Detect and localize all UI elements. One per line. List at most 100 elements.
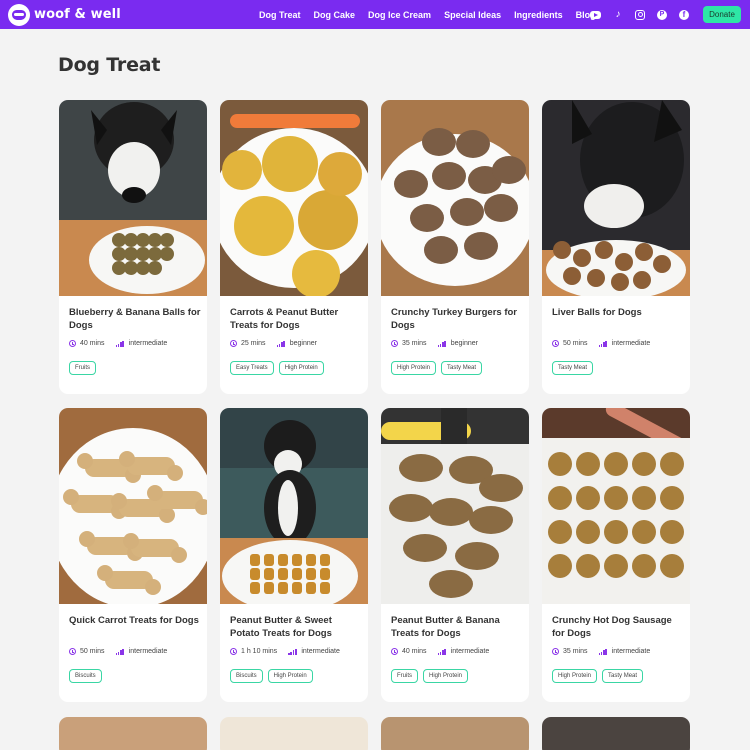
difficulty-bars-icon: [437, 648, 447, 655]
recipe-card[interactable]: Crunchy Turkey Burgers for Dogs 35 mins …: [381, 100, 529, 394]
main-nav: Dog Treat Dog Cake Dog Ice Cream Special…: [259, 0, 609, 29]
difficulty-bars-icon: [598, 340, 608, 347]
difficulty-bars-icon: [598, 648, 608, 655]
recipe-time: 35 mins: [402, 340, 427, 347]
recipe-tag[interactable]: High Protein: [267, 669, 313, 683]
recipe-level: beginner: [289, 340, 317, 347]
brand-name: woof & well: [34, 7, 121, 22]
recipe-meta: 50 mins intermediate: [69, 648, 167, 655]
clock-icon: [230, 648, 237, 655]
recipe-time: 25 mins: [241, 340, 266, 347]
clock-icon: [230, 340, 237, 347]
recipe-photo[interactable]: [381, 408, 529, 604]
instagram-icon[interactable]: [635, 9, 645, 20]
recipe-tag[interactable]: Tasty Meat: [552, 361, 594, 375]
recipe-tag[interactable]: Biscuits: [69, 669, 102, 683]
recipe-time: 50 mins: [563, 340, 588, 347]
donate-button[interactable]: Donate: [703, 6, 741, 23]
recipe-time: 1 h 10 mins: [241, 648, 278, 655]
recipe-time: 40 mins: [402, 648, 427, 655]
recipe-title[interactable]: Peanut Butter & Sweet Potato Treats for …: [230, 614, 362, 640]
recipe-tags: Biscuits High Protein: [230, 669, 318, 683]
recipe-tag[interactable]: Tasty Meat: [441, 361, 483, 375]
recipe-card[interactable]: Carrots & Peanut Butter Treats for Dogs …: [220, 100, 368, 394]
recipe-meta: 25 mins beginner: [230, 340, 317, 347]
clock-icon: [552, 340, 559, 347]
nav-special-ideas[interactable]: Special Ideas: [444, 10, 501, 20]
recipe-card[interactable]: Peanut Butter & Banana Treats for Dogs 4…: [381, 408, 529, 702]
recipe-tag[interactable]: Tasty Meat: [602, 669, 644, 683]
recipe-time: 40 mins: [80, 340, 105, 347]
recipe-card[interactable]: Blueberry & Banana Balls for Dogs 40 min…: [59, 100, 207, 394]
clock-icon: [69, 340, 76, 347]
recipe-title[interactable]: Quick Carrot Treats for Dogs: [69, 614, 201, 627]
recipe-photo[interactable]: [59, 408, 207, 604]
recipe-title[interactable]: Crunchy Turkey Burgers for Dogs: [391, 306, 523, 332]
recipe-card[interactable]: [381, 717, 529, 750]
facebook-icon[interactable]: f: [679, 9, 689, 20]
recipe-meta: 40 mins intermediate: [391, 648, 489, 655]
recipe-title[interactable]: Blueberry & Banana Balls for Dogs: [69, 306, 201, 332]
clock-icon: [391, 648, 398, 655]
recipe-time: 50 mins: [80, 648, 105, 655]
recipe-level: intermediate: [301, 648, 340, 655]
nav-dog-ice-cream[interactable]: Dog Ice Cream: [368, 10, 431, 20]
recipe-tags: Easy Treats High Protein: [230, 361, 329, 375]
recipe-level: intermediate: [128, 340, 168, 347]
recipe-title[interactable]: Peanut Butter & Banana Treats for Dogs: [391, 614, 523, 640]
recipe-tags: Fruits High Protein: [391, 669, 473, 683]
recipe-level: intermediate: [611, 648, 651, 655]
recipe-photo[interactable]: [220, 408, 368, 604]
dog-face-logo-icon: [8, 3, 30, 26]
recipe-level: beginner: [450, 340, 478, 347]
difficulty-bars-icon: [115, 648, 125, 655]
recipe-meta: 50 mins intermediate: [552, 340, 650, 347]
recipe-title[interactable]: Carrots & Peanut Butter Treats for Dogs: [230, 306, 362, 332]
social-links: ♪ P f: [590, 0, 701, 29]
recipe-tags: Fruits: [69, 361, 101, 375]
recipe-tag[interactable]: Biscuits: [230, 669, 263, 683]
difficulty-bars-icon: [115, 340, 125, 347]
recipe-photo[interactable]: [59, 100, 207, 296]
nav-ingredients[interactable]: Ingredients: [514, 10, 563, 20]
recipe-tags: Tasty Meat: [552, 361, 598, 375]
recipe-tag[interactable]: Fruits: [391, 669, 418, 683]
pinterest-icon[interactable]: P: [657, 9, 667, 20]
clock-icon: [552, 648, 559, 655]
nav-dog-treat[interactable]: Dog Treat: [259, 10, 301, 20]
difficulty-bars-icon: [276, 340, 286, 347]
recipe-card[interactable]: [220, 717, 368, 750]
recipe-photo-image: [381, 100, 529, 296]
recipe-tag[interactable]: High Protein: [552, 669, 598, 683]
recipe-time: 35 mins: [563, 648, 588, 655]
brand-logo[interactable]: woof & well: [8, 3, 121, 26]
clock-icon: [69, 648, 76, 655]
recipe-photo[interactable]: [381, 100, 529, 296]
recipe-photo-image: [220, 408, 368, 604]
recipe-meta: 35 mins beginner: [391, 340, 478, 347]
recipe-title[interactable]: Crunchy Hot Dog Sausage for Dogs: [552, 614, 684, 640]
recipe-tag[interactable]: High Protein: [278, 361, 324, 375]
recipe-card[interactable]: [542, 717, 690, 750]
recipe-card[interactable]: Quick Carrot Treats for Dogs 50 mins int…: [59, 408, 207, 702]
youtube-icon[interactable]: [590, 10, 601, 19]
recipe-photo[interactable]: [542, 100, 690, 296]
recipe-photo[interactable]: [220, 100, 368, 296]
recipe-card[interactable]: Crunchy Hot Dog Sausage for Dogs 35 mins…: [542, 408, 690, 702]
difficulty-bars-icon: [437, 340, 447, 347]
recipe-card[interactable]: [59, 717, 207, 750]
recipe-photo[interactable]: [542, 408, 690, 604]
nav-dog-cake[interactable]: Dog Cake: [314, 10, 356, 20]
recipe-tag[interactable]: High Protein: [423, 669, 469, 683]
recipe-photo-image: [381, 408, 529, 604]
tiktok-icon[interactable]: ♪: [613, 9, 623, 20]
recipe-tag[interactable]: Fruits: [69, 361, 96, 375]
recipe-card[interactable]: Peanut Butter & Sweet Potato Treats for …: [220, 408, 368, 702]
recipe-photo-image: [59, 408, 207, 604]
recipe-tag[interactable]: Easy Treats: [230, 361, 274, 375]
recipe-title[interactable]: Liver Balls for Dogs: [552, 306, 684, 319]
recipe-card[interactable]: Liver Balls for Dogs 50 mins intermediat…: [542, 100, 690, 394]
recipe-level: intermediate: [450, 648, 490, 655]
recipe-tag[interactable]: High Protein: [391, 361, 437, 375]
recipe-meta: 35 mins intermediate: [552, 648, 650, 655]
